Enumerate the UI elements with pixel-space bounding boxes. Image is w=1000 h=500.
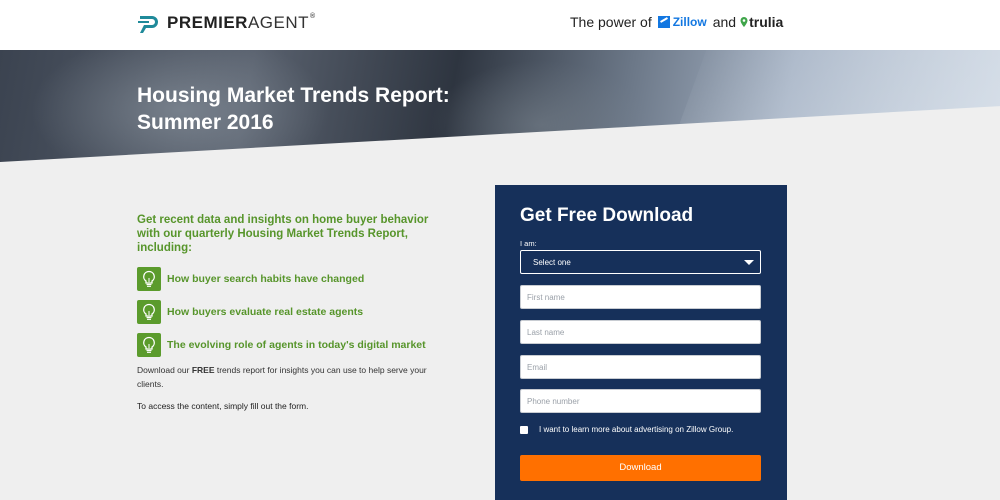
trulia-pin-icon bbox=[740, 17, 748, 27]
feature-item: The evolving role of agents in today's d… bbox=[137, 332, 467, 358]
lightbulb-icon bbox=[137, 267, 161, 291]
zillow-logo: Zillow bbox=[657, 15, 707, 29]
feature-list: How buyer search habits have changed How… bbox=[137, 266, 467, 365]
description-text-pre: Download our bbox=[137, 365, 192, 375]
logo-text-premier: PREMIER bbox=[167, 13, 248, 32]
premier-agent-logo[interactable]: PREMIERAGENT® bbox=[137, 12, 316, 34]
role-select[interactable]: Select one bbox=[520, 250, 761, 274]
feature-label: How buyer search habits have changed bbox=[167, 273, 365, 285]
phone-number-field[interactable] bbox=[520, 389, 761, 413]
power-of-text: The power of bbox=[570, 14, 652, 30]
first-name-field[interactable] bbox=[520, 285, 761, 309]
logo-wordmark: PREMIERAGENT® bbox=[167, 13, 316, 33]
iam-label: I am: bbox=[520, 239, 537, 248]
feature-item: How buyer search habits have changed bbox=[137, 266, 467, 292]
trulia-text: trulia bbox=[749, 14, 784, 30]
zillow-text: Zillow bbox=[672, 15, 707, 29]
page-title: Housing Market Trends Report: Summer 201… bbox=[137, 84, 450, 134]
advertising-checkbox[interactable] bbox=[520, 426, 528, 434]
advertising-checkbox-label[interactable]: I want to learn more about advertising o… bbox=[539, 425, 754, 435]
trademark-symbol: ® bbox=[310, 13, 316, 20]
trulia-logo: trulia bbox=[740, 14, 783, 30]
intro-text: Get recent data and insights on home buy… bbox=[137, 214, 429, 254]
feature-label: How buyers evaluate real estate agents bbox=[167, 306, 364, 318]
feature-item: How buyers evaluate real estate agents bbox=[137, 299, 467, 325]
download-form-panel: Get Free Download I am: Select one I wan… bbox=[495, 185, 787, 500]
lightbulb-icon bbox=[137, 333, 161, 357]
power-of-zillow-trulia: The power of Zillow and trulia bbox=[570, 14, 783, 30]
site-header: PREMIERAGENT® The power of Zillow and tr… bbox=[0, 0, 1000, 50]
caret-down-icon bbox=[744, 260, 754, 265]
lightbulb-icon bbox=[137, 300, 161, 324]
form-title: Get Free Download bbox=[520, 205, 694, 226]
premier-agent-logo-icon bbox=[138, 16, 158, 33]
form-instruction: To access the content, simply fill out t… bbox=[137, 401, 309, 411]
feature-label: The evolving role of agents in today's d… bbox=[167, 339, 426, 351]
download-description: Download our FREE trends report for insi… bbox=[137, 363, 447, 391]
role-select-value: Select one bbox=[533, 258, 571, 267]
free-emphasis: FREE bbox=[191, 365, 215, 375]
zillow-icon bbox=[657, 16, 670, 28]
download-button[interactable]: Download bbox=[520, 455, 761, 481]
advertising-opt-in: I want to learn more about advertising o… bbox=[520, 425, 754, 435]
and-text: and bbox=[712, 14, 737, 30]
hero-banner: Housing Market Trends Report: Summer 201… bbox=[0, 50, 1000, 170]
last-name-field[interactable] bbox=[520, 320, 761, 344]
email-field[interactable] bbox=[520, 355, 761, 379]
logo-text-agent: AGENT bbox=[247, 13, 310, 32]
